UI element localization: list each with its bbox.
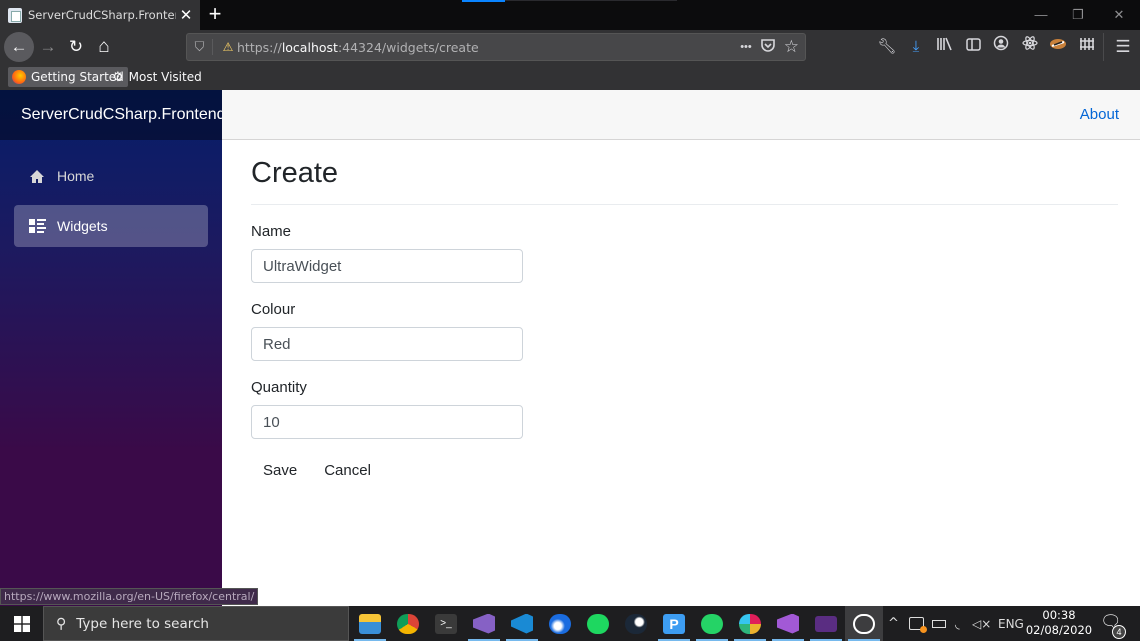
tab-strip: ServerCrudCSharp.Frontend ✕ + — ❐ ✕: [0, 0, 1140, 30]
list-icon: [28, 219, 46, 233]
home-button[interactable]: ⌂: [89, 32, 119, 62]
sidebar: ServerCrudCSharp.Frontend Home Widgets: [0, 90, 226, 606]
windows-icon: [13, 615, 30, 632]
file-explorer-icon[interactable]: [351, 606, 389, 641]
library-icon[interactable]: [932, 35, 956, 59]
clock-date: 02/08/2020: [1025, 623, 1093, 637]
tray-chevron-icon[interactable]: ^: [888, 606, 899, 641]
app-brand[interactable]: ServerCrudCSharp.Frontend: [0, 90, 226, 140]
powershell-icon[interactable]: [807, 606, 845, 641]
terminal-icon[interactable]: >_: [427, 606, 465, 641]
search-placeholder: Type here to search: [76, 615, 209, 632]
name-input[interactable]: [251, 249, 523, 283]
mountain-app-icon[interactable]: [845, 606, 883, 641]
colour-input[interactable]: [251, 327, 523, 361]
about-link[interactable]: About: [1080, 106, 1119, 123]
steam-icon[interactable]: [617, 606, 655, 641]
colour-label: Colour: [251, 301, 296, 318]
spotify-icon[interactable]: [579, 606, 617, 641]
visual-studio-preview-icon[interactable]: [769, 606, 807, 641]
pocket-icon[interactable]: [760, 37, 776, 57]
sidebar-item-label: Widgets: [57, 218, 108, 234]
web-page: ServerCrudCSharp.Frontend Home Widgets A…: [0, 90, 1140, 606]
insecure-lock-icon[interactable]: ⚠: [219, 40, 237, 54]
page-title: Create: [251, 157, 339, 189]
download-icon[interactable]: ⤓: [904, 35, 928, 59]
taskbar-search[interactable]: ⚲ Type here to search: [43, 606, 349, 641]
address-bar[interactable]: ⛉ ⚠ https://localhost:44324/widgets/crea…: [186, 33, 806, 61]
sidebar-icon[interactable]: [961, 35, 985, 59]
sidebar-item-home[interactable]: Home: [14, 155, 208, 197]
tray-app-icon[interactable]: [909, 606, 927, 641]
wifi-icon[interactable]: ◟: [955, 606, 960, 641]
bookmark-label: Most Visited: [128, 70, 202, 84]
action-center-button[interactable]: 🗨︎ 4: [1100, 612, 1126, 639]
extension-icon[interactable]: [1046, 35, 1070, 59]
close-tab-icon[interactable]: ✕: [176, 6, 196, 24]
back-button[interactable]: ←: [4, 32, 34, 62]
taskbar: ⚲ Type here to search >_ P ^ ◟ ◁× ENG 00…: [0, 606, 1140, 641]
notification-count: 4: [1112, 625, 1126, 639]
browser-tab[interactable]: ServerCrudCSharp.Frontend ✕: [0, 0, 200, 30]
sidebar-item-widgets[interactable]: Widgets: [14, 205, 208, 247]
top-row: About: [222, 90, 1140, 140]
navigation-toolbar: ← → ↻ ⌂ ⛉ ⚠ https://localhost:44324/widg…: [0, 30, 1140, 64]
save-button[interactable]: Save: [251, 462, 312, 479]
start-button[interactable]: [0, 606, 43, 641]
divider: [251, 204, 1118, 205]
bookmark-most-visited[interactable]: ⚙ Most Visited: [108, 67, 206, 87]
close-window-button[interactable]: ✕: [1098, 0, 1140, 30]
firefox-icon: [12, 70, 26, 84]
toolbar-separator: [1103, 33, 1104, 61]
sidebar-item-label: Home: [57, 168, 95, 184]
status-url-tooltip: https://www.mozilla.org/en-US/firefox/ce…: [0, 588, 259, 605]
new-tab-button[interactable]: +: [203, 3, 227, 27]
page-actions-icon[interactable]: •••: [740, 37, 752, 57]
vscode-icon[interactable]: [503, 606, 541, 641]
main-content: Create Name Colour Quantity Save Cancel: [251, 140, 1118, 479]
url-text[interactable]: https://localhost:44324/widgets/create: [237, 40, 740, 55]
form-actions: Save Cancel: [251, 462, 1118, 479]
bookmark-star-icon[interactable]: ☆: [784, 37, 799, 57]
url-host: localhost: [281, 39, 338, 55]
tab-title: ServerCrudCSharp.Frontend: [28, 8, 176, 22]
clock-time: 00:38: [1042, 608, 1076, 622]
quantity-input[interactable]: [251, 405, 523, 439]
menu-icon[interactable]: ☰: [1111, 35, 1135, 59]
whatsapp-icon[interactable]: [693, 606, 731, 641]
loading-track: [505, 0, 677, 1]
account-icon[interactable]: [989, 35, 1013, 59]
page-icon: [8, 7, 22, 23]
containers-icon[interactable]: [1075, 35, 1099, 59]
url-scheme: https://: [237, 39, 282, 55]
forward-button[interactable]: →: [33, 32, 63, 62]
gear-icon: ⚙: [112, 69, 124, 85]
loading-indicator: [462, 0, 505, 2]
visual-studio-icon[interactable]: [465, 606, 503, 641]
search-icon: ⚲: [56, 615, 67, 632]
pixiv-icon[interactable]: P: [655, 606, 693, 641]
tracking-shield-icon[interactable]: ⛉: [187, 39, 213, 55]
bookmarks-toolbar: Getting Started ⚙ Most Visited: [0, 64, 1140, 90]
clock[interactable]: 00:38 02/08/2020: [1025, 608, 1093, 638]
language-indicator[interactable]: ENG: [998, 606, 1024, 641]
react-devtools-icon[interactable]: [1018, 35, 1042, 59]
reload-button[interactable]: ↻: [61, 32, 91, 62]
home-icon: [28, 169, 46, 184]
slack-icon[interactable]: [731, 606, 769, 641]
volume-muted-icon[interactable]: ◁×: [972, 606, 991, 641]
firefox-dev-icon[interactable]: [541, 606, 579, 641]
minimize-button[interactable]: —: [1020, 0, 1062, 30]
restore-button[interactable]: ❐: [1057, 0, 1099, 30]
wrench-icon[interactable]: 🔧︎: [875, 35, 899, 59]
cancel-button[interactable]: Cancel: [312, 462, 383, 479]
name-label: Name: [251, 223, 292, 240]
battery-icon[interactable]: [932, 606, 946, 641]
url-path: :44324/widgets/create: [337, 39, 479, 55]
chrome-icon[interactable]: [389, 606, 427, 641]
quantity-label: Quantity: [251, 379, 307, 396]
